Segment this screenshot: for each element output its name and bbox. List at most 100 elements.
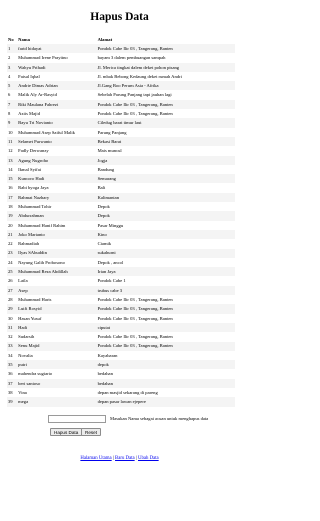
cell-no: 20 bbox=[7, 220, 18, 230]
table-row: 36 mahendra sugiarto bedahan bbox=[7, 369, 235, 379]
cell-no: 35 bbox=[7, 360, 18, 370]
cell-no: 9 bbox=[7, 118, 18, 128]
table-row: 18 Muhammad Tohir Depok bbox=[7, 202, 235, 212]
cell-alamat: Ciamik bbox=[96, 239, 235, 249]
table-row: 5 Andrie Dimas Adrian Jl.Gang Boo Perum As… bbox=[7, 81, 235, 91]
cell-alamat: Kalimantan bbox=[96, 192, 235, 203]
hint-text: Masukan Nama sebagai acuan untuk menghap… bbox=[110, 415, 209, 421]
table-row: 7 Riki Maulana Fahrezi Pondok Cabe Ilir 03… bbox=[7, 99, 235, 110]
cell-alamat: Pondok Cabe Ilir 03 , Tangerang, Banten bbox=[96, 295, 235, 305]
cell-nama: Muhammad Reza Abdillah bbox=[17, 267, 97, 277]
cell-nama: Fadly Derwanzy bbox=[17, 146, 97, 156]
cell-nama: Muhammad Irene Prayitno bbox=[17, 53, 97, 63]
cell-no: 36 bbox=[7, 369, 18, 379]
cell-no: 24 bbox=[7, 257, 18, 268]
cell-alamat: Ciledug barat timur laut bbox=[96, 118, 235, 128]
table-row: 2 Muhammad Irene Prayitno bayam 3 dalem pe… bbox=[7, 53, 235, 63]
cell-no: 13 bbox=[7, 155, 18, 165]
cell-alamat: Jl. Merica tingkat dalem deket pohon pis… bbox=[96, 62, 235, 72]
cell-nama: mahendra sugiarto bbox=[17, 369, 97, 379]
table-row: 16 Rabi byoga Jaya Bali bbox=[7, 183, 235, 193]
cell-nama: Bayu Tri Novianto bbox=[17, 118, 97, 128]
cell-alamat: trubus cabe 3 bbox=[96, 285, 235, 296]
cell-nama: Joko Martanto bbox=[17, 229, 97, 240]
header-no: No bbox=[8, 36, 14, 42]
cell-nama: Ikmal Syifai bbox=[17, 164, 97, 175]
cell-no: 7 bbox=[7, 99, 18, 110]
cell-no: 15 bbox=[7, 174, 18, 184]
cell-nama: Vina bbox=[17, 387, 97, 398]
table-row: 22 Rahmadiah Ciamik bbox=[7, 239, 235, 249]
cell-alamat: Depok bbox=[96, 202, 235, 212]
cell-no: 39 bbox=[7, 397, 18, 407]
cell-alamat: depan masjid sekarang di pareng bbox=[96, 387, 235, 398]
cell-alamat: Mais muncul bbox=[96, 146, 235, 156]
cell-alamat: Bekasi Barat bbox=[96, 136, 235, 147]
footer-nav: Halaman Utama | Baru Data | Ubah Data bbox=[0, 456, 239, 461]
cell-nama: Andrie Dimas Adrian bbox=[17, 81, 97, 91]
hapus-data-button[interactable]: Hapus Data bbox=[50, 427, 83, 436]
link-baru-data[interactable]: Baru Data bbox=[115, 456, 135, 461]
cell-alamat: bayam 3 dalem pembuangan sampah bbox=[96, 53, 235, 63]
table-row: 15 Kuncoro Hadi Semarang bbox=[7, 174, 235, 184]
table-row: 39 mega depan pasar lawan ejepere bbox=[7, 397, 235, 407]
table-row: 29 Lutfi Rosyid Pondok Cabe Ilir 03 , Tang… bbox=[7, 304, 235, 314]
cell-alamat: depok bbox=[96, 360, 235, 370]
cell-alamat: Pondok Cabe Ilir 03 , Tangerang, Banten bbox=[96, 109, 235, 119]
table-row: 13 Agung Nugroho Jogja bbox=[7, 155, 235, 165]
table-row: 11 Selamet Purwanto Bekasi Barat bbox=[7, 136, 235, 147]
cell-no: 4 bbox=[7, 71, 18, 82]
cell-nama: Hasan Yusuf bbox=[17, 313, 97, 323]
cell-alamat: Pondok Cabe Ilir 03 , Tangerang, Banten bbox=[96, 44, 235, 54]
cell-nama: Selamet Purwanto bbox=[17, 136, 97, 147]
cell-no: 5 bbox=[7, 81, 18, 91]
cell-no: 3 bbox=[7, 62, 18, 72]
cell-nama: Sudarsih bbox=[17, 332, 97, 342]
cell-alamat: sukahurni bbox=[96, 248, 235, 258]
cell-alamat: Kayabaran bbox=[96, 350, 235, 361]
cell-alamat: Pasar Minggu bbox=[96, 220, 235, 230]
cell-alamat: bedahan bbox=[96, 378, 235, 388]
cell-no: 32 bbox=[7, 332, 18, 342]
cell-no: 11 bbox=[7, 136, 18, 147]
link-halaman-utama[interactable]: Halaman Utama bbox=[80, 456, 111, 461]
cell-nama: Ilyas SAbuddin bbox=[17, 248, 97, 258]
table-row: 32 Sudarsih Pondok Cabe Ilir 03 , Tangeran… bbox=[7, 332, 235, 342]
cell-alamat: Jl. mbak Bebong Kedaung deket rumah Andr… bbox=[96, 71, 235, 82]
cell-alamat: Bali bbox=[96, 183, 235, 193]
cell-nama: Faisal Iqbal bbox=[17, 71, 97, 82]
cell-nama: Nayung Galih Probosono bbox=[17, 257, 97, 268]
table-row: 28 Muhammad Haris Pondok Cabe Ilir 03 , Ta… bbox=[7, 295, 235, 305]
cell-no: 2 bbox=[7, 53, 18, 63]
header-alamat: Alamat bbox=[97, 36, 113, 42]
table-row: 24 Nayung Galih Probosono Depok , ancol bbox=[7, 257, 235, 268]
cell-alamat: Jogja bbox=[96, 155, 235, 165]
table-row: 38 Vina depan masjid sekarang di pareng bbox=[7, 387, 235, 398]
cell-nama: Agung Nugroho bbox=[17, 155, 97, 165]
cell-no: 17 bbox=[7, 192, 18, 203]
cell-alamat: Semarang bbox=[96, 174, 235, 184]
cell-no: 25 bbox=[7, 267, 18, 277]
table-body: 1 farid hidayat Pondok Cabe Ilir 03 , Tang… bbox=[7, 44, 235, 407]
nama-input[interactable] bbox=[48, 414, 106, 423]
cell-nama: mega bbox=[17, 397, 97, 407]
cell-nama: Hadi bbox=[17, 322, 97, 333]
cell-nama: Rabi byoga Jaya bbox=[17, 183, 97, 193]
cell-nama: Muhammad Hanif Rahim bbox=[17, 220, 97, 230]
cell-no: 30 bbox=[7, 313, 18, 323]
cell-alamat: Pondok Cabe Ilir 03 , Tangerang, Banten bbox=[96, 99, 235, 110]
cell-no: 33 bbox=[7, 341, 18, 351]
cell-alamat: Pondok Cabe Ilir 03 , Tangerang, Banten bbox=[96, 313, 235, 323]
cell-nama: Abdurrahman bbox=[17, 211, 97, 221]
cell-no: 29 bbox=[7, 304, 18, 314]
cell-no: 23 bbox=[7, 248, 18, 258]
cell-no: 8 bbox=[7, 109, 18, 119]
cell-nama: Laila bbox=[17, 276, 97, 286]
cell-no: 37 bbox=[7, 378, 18, 388]
cell-no: 38 bbox=[7, 387, 18, 398]
table-row: 33 Senu Majid Pondok Cabe Ilir 03 , Tanger… bbox=[7, 341, 235, 351]
cell-no: 6 bbox=[7, 90, 18, 100]
cell-no: 12 bbox=[7, 146, 18, 156]
reset-button[interactable]: Reset bbox=[81, 427, 102, 436]
link-ubah-data[interactable]: Ubah Data bbox=[138, 456, 159, 461]
